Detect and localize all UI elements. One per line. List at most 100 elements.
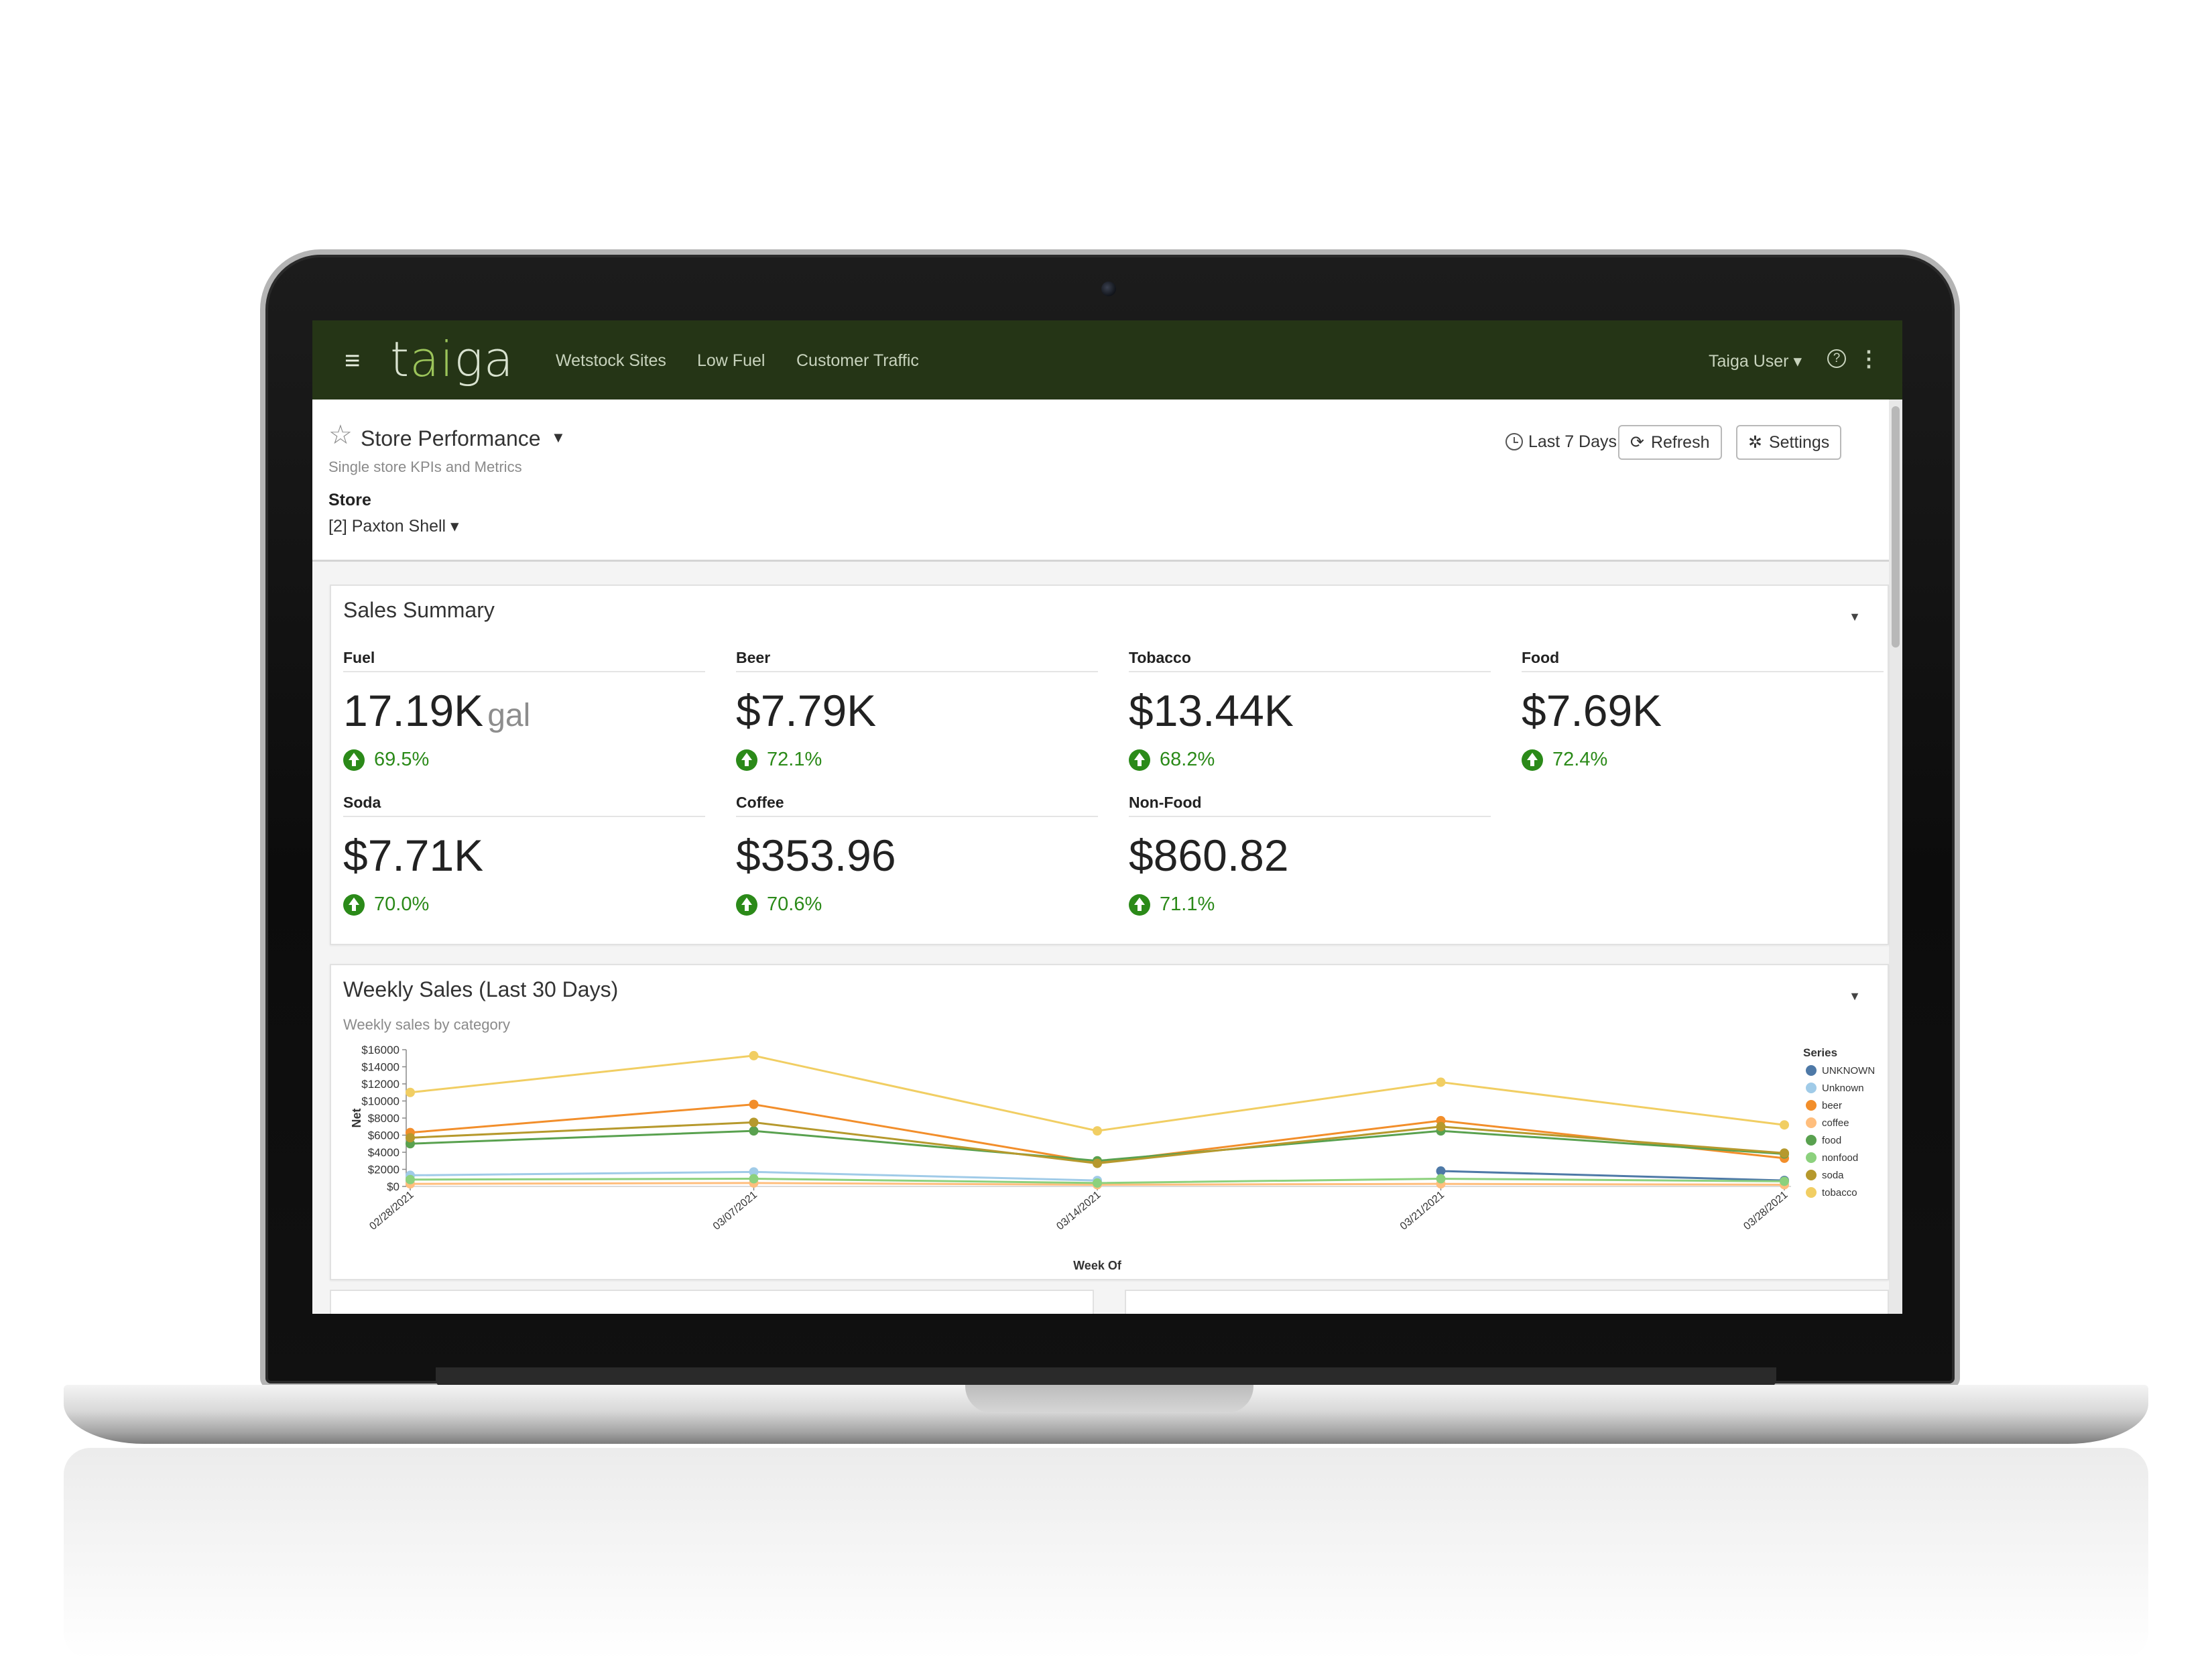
y-tick-label: $14000 <box>361 1061 400 1074</box>
arrow-up-circle-icon <box>736 749 757 771</box>
kpi-fuel: Fuel 17.19K gal 69.5% <box>343 649 705 771</box>
data-point-soda <box>1436 1121 1446 1131</box>
legend-label: tobacco <box>1822 1187 1857 1199</box>
refresh-button[interactable]: ⟳ Refresh <box>1618 425 1722 460</box>
legend-swatch <box>1806 1135 1817 1146</box>
top-navbar: ≡ taiga Wetstock Sites Low Fuel Customer… <box>312 320 1902 400</box>
vertical-scrollbar[interactable] <box>1889 400 1902 1314</box>
settings-button[interactable]: ✲ Settings <box>1736 425 1842 460</box>
store-label: Store <box>328 491 371 509</box>
kpi-value: $860.82 <box>1129 831 1289 880</box>
nav-link-customer-traffic[interactable]: Customer Traffic <box>796 351 919 371</box>
legend-swatch <box>1806 1117 1817 1128</box>
kpi-non-food: Non-Food $860.82 71.1% <box>1129 794 1491 916</box>
page-subtitle: Single store KPIs and Metrics <box>328 458 522 475</box>
data-point-soda <box>1780 1148 1789 1158</box>
data-point-tobacco <box>749 1050 759 1060</box>
kpi-delta: 68.2% <box>1129 749 1491 771</box>
y-tick-label: $10000 <box>361 1095 400 1108</box>
question-circle-icon[interactable]: ? <box>1827 349 1846 368</box>
kpi-value: 17.19K gal <box>343 686 531 735</box>
nav-link-wetstock-sites[interactable]: Wetstock Sites <box>556 351 666 371</box>
arrow-up-circle-icon <box>1129 894 1150 916</box>
x-tick-label: 03/07/2021 <box>711 1189 759 1233</box>
arrow-up-circle-icon <box>736 894 757 916</box>
refresh-icon: ⟳ <box>1630 433 1644 452</box>
kebab-icon[interactable]: ⋮ <box>1858 346 1880 371</box>
legend-label: Unknown <box>1822 1083 1864 1094</box>
legend-label: soda <box>1822 1170 1844 1181</box>
data-point-soda <box>749 1117 759 1127</box>
legend-label: coffee <box>1822 1117 1849 1129</box>
kpi-label: Non-Food <box>1129 794 1491 817</box>
arrow-up-circle-icon <box>1522 749 1543 771</box>
sales-summary-title: Sales Summary <box>343 598 495 622</box>
settings-label: Settings <box>1768 432 1830 452</box>
kpi-label: Fuel <box>343 649 705 672</box>
kpi-value: $7.71K <box>343 831 484 880</box>
y-tick-label: $8000 <box>368 1112 400 1125</box>
data-point-tobacco <box>1436 1077 1446 1087</box>
legend-label: nonfood <box>1822 1152 1858 1164</box>
kpi-value: $353.96 <box>736 831 896 880</box>
taiga-logo[interactable]: taiga <box>390 331 514 387</box>
data-point-tobacco <box>406 1087 415 1097</box>
arrow-up-circle-icon <box>343 749 365 771</box>
sales-summary-panel: Sales Summary ▼ Fuel 17.19K gal 69.5% Bee… <box>330 585 1889 945</box>
weekly-sales-title: Weekly Sales (Last 30 Days) <box>343 977 619 1001</box>
kpi-delta: 70.0% <box>343 894 705 916</box>
page-header: ☆ Store Performance ▼ Single store KPIs … <box>312 400 1889 562</box>
lower-panel-left <box>330 1290 1094 1314</box>
kpi-beer: Beer $7.79K 72.1% <box>736 649 1098 771</box>
data-point-tobacco <box>1780 1120 1789 1130</box>
kpi-delta: 69.5% <box>343 749 705 771</box>
kpi-soda: Soda $7.71K 70.0% <box>343 794 705 916</box>
caret-down-icon[interactable]: ▼ <box>1849 989 1861 1003</box>
legend-label: food <box>1822 1135 1841 1146</box>
kpi-food: Food $7.69K 72.4% <box>1522 649 1884 771</box>
y-tick-label: $0 <box>387 1180 400 1193</box>
legend-swatch <box>1806 1152 1817 1163</box>
legend-label: beer <box>1822 1100 1842 1111</box>
x-tick-label: 03/14/2021 <box>1054 1189 1103 1233</box>
hamburger-icon[interactable]: ≡ <box>345 346 360 376</box>
user-menu[interactable]: Taiga User ▾ <box>1709 351 1802 371</box>
kpi-delta: 71.1% <box>1129 894 1491 916</box>
legend-label: UNKNOWN <box>1822 1065 1875 1077</box>
legend-swatch <box>1806 1100 1817 1111</box>
scrollbar-thumb[interactable] <box>1892 406 1900 648</box>
kpi-label: Beer <box>736 649 1098 672</box>
caret-down-icon[interactable]: ▼ <box>551 429 566 446</box>
x-tick-label: 03/21/2021 <box>1398 1189 1447 1233</box>
time-range-picker[interactable]: Last 7 Days ▾ <box>1506 432 1630 452</box>
nav-link-low-fuel[interactable]: Low Fuel <box>697 351 765 371</box>
weekly-sales-subtitle: Weekly sales by category <box>343 1016 511 1033</box>
legend-title: Series <box>1803 1046 1837 1059</box>
y-tick-label: $6000 <box>368 1129 400 1142</box>
y-tick-label: $4000 <box>368 1146 400 1159</box>
data-point-soda <box>1093 1158 1102 1168</box>
kpi-label: Coffee <box>736 794 1098 817</box>
kpi-label: Soda <box>343 794 705 817</box>
lower-panel-right <box>1125 1290 1889 1314</box>
legend-swatch <box>1806 1083 1817 1093</box>
kpi-coffee: Coffee $353.96 70.6% <box>736 794 1098 916</box>
y-axis-title: Net <box>350 1108 363 1127</box>
data-point-food <box>749 1126 759 1136</box>
page-title[interactable]: Store Performance <box>361 426 541 451</box>
time-range-label: Last 7 Days ▾ <box>1528 432 1630 451</box>
x-tick-label: 02/28/2021 <box>367 1189 416 1233</box>
arrow-up-circle-icon <box>1129 749 1150 771</box>
weekly-sales-panel: Weekly Sales (Last 30 Days) ▼ Weekly sal… <box>330 964 1889 1280</box>
kpi-delta: 72.4% <box>1522 749 1884 771</box>
series-line-tobacco <box>410 1054 1785 1132</box>
app-screen: ≡ taiga Wetstock Sites Low Fuel Customer… <box>312 320 1902 1314</box>
legend-swatch <box>1806 1170 1817 1180</box>
store-select[interactable]: [2] Paxton Shell ▾ <box>328 516 459 536</box>
star-icon[interactable]: ☆ <box>328 420 353 450</box>
weekly-sales-chart: $0 $2000 $4000 $6000 $8000 $10000 $12000 $14000… <box>350 1044 1875 1272</box>
data-point-soda <box>406 1133 415 1143</box>
kpi-tobacco: Tobacco $13.44K 68.2% <box>1129 649 1491 771</box>
refresh-label: Refresh <box>1650 432 1710 452</box>
caret-down-icon[interactable]: ▼ <box>1849 610 1861 624</box>
